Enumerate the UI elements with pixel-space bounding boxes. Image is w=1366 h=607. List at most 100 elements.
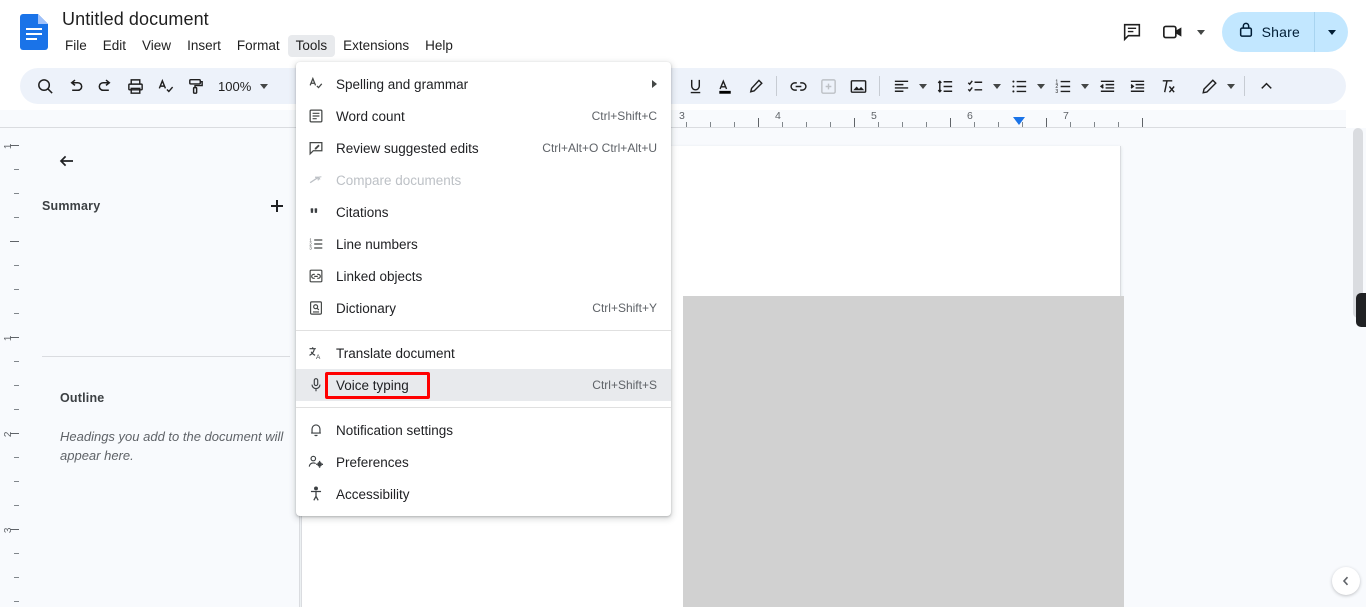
- text-color-icon[interactable]: [710, 71, 740, 101]
- tools-word-count[interactable]: Word count Ctrl+Shift+C: [296, 100, 671, 132]
- menu-item-label: Citations: [336, 204, 389, 220]
- summary-label: Summary: [42, 199, 101, 213]
- menu-item-label: Linked objects: [336, 268, 423, 284]
- docs-file-icon[interactable]: [20, 14, 48, 50]
- line-numbers-icon: 1 2 3: [296, 235, 336, 253]
- hide-menus-icon[interactable]: [1251, 71, 1281, 101]
- numbered-list-icon[interactable]: 1 2 3: [1048, 71, 1078, 101]
- bell-icon: [296, 421, 336, 439]
- svg-text:3: 3: [309, 246, 312, 251]
- add-comment-icon[interactable]: [813, 71, 843, 101]
- horizontal-ruler[interactable]: 3 4 5 6 7: [0, 110, 1346, 128]
- vruler-label: 3: [3, 527, 15, 534]
- vruler-label: 2: [3, 431, 15, 438]
- menu-file[interactable]: File: [57, 35, 95, 57]
- tools-line-numbers[interactable]: 1 2 3 Line numbers: [296, 228, 671, 260]
- expand-panel-button[interactable]: [1332, 567, 1360, 595]
- menu-insert[interactable]: Insert: [179, 35, 229, 57]
- menu-help[interactable]: Help: [417, 35, 461, 57]
- tools-translate-document[interactable]: A Translate document: [296, 337, 671, 369]
- menu-item-label: Review suggested edits: [336, 140, 479, 156]
- comment-history-icon[interactable]: [1112, 12, 1152, 52]
- paint-format-icon[interactable]: [180, 71, 210, 101]
- right-indent-marker[interactable]: [1013, 117, 1025, 125]
- menu-extensions[interactable]: Extensions: [335, 35, 417, 57]
- search-icon[interactable]: [30, 71, 60, 101]
- outline-label: Outline: [60, 391, 105, 405]
- bulleted-list-dropdown-caret-icon[interactable]: [1034, 71, 1048, 101]
- spellcheck-icon[interactable]: [150, 71, 180, 101]
- menu-item-shortcut: Ctrl+Alt+O Ctrl+Alt+U: [542, 141, 657, 155]
- insert-image-icon[interactable]: [843, 71, 873, 101]
- linked-objects-icon: [296, 267, 336, 285]
- editing-mode-icon[interactable]: [1194, 71, 1224, 101]
- tools-compare-documents: Compare documents: [296, 164, 671, 196]
- vertical-scrollbar[interactable]: [1350, 128, 1366, 607]
- meet-dropdown-caret-icon[interactable]: [1190, 12, 1212, 52]
- tools-voice-typing[interactable]: Voice typing Ctrl+Shift+S: [296, 369, 671, 401]
- tools-citations[interactable]: Citations: [296, 196, 671, 228]
- numbered-list-dropdown-caret-icon[interactable]: [1078, 71, 1092, 101]
- svg-text:A: A: [316, 354, 321, 361]
- scroll-position-knob[interactable]: [1356, 293, 1366, 327]
- decrease-indent-icon[interactable]: [1092, 71, 1122, 101]
- svg-text:3: 3: [1055, 89, 1058, 95]
- editing-mode-dropdown-caret-icon[interactable]: [1224, 71, 1238, 101]
- person-gear-icon: [296, 453, 336, 471]
- checklist-icon[interactable]: [960, 71, 990, 101]
- document-title[interactable]: Untitled document: [62, 9, 209, 30]
- ruler-label: 6: [967, 110, 973, 122]
- tools-preferences[interactable]: Preferences: [296, 446, 671, 478]
- zoom-selector[interactable]: 100%: [210, 72, 272, 100]
- toolbar-divider: [879, 76, 881, 96]
- share-button[interactable]: Share: [1221, 12, 1314, 52]
- print-icon[interactable]: [120, 71, 150, 101]
- clear-formatting-icon[interactable]: [1152, 71, 1182, 101]
- menu-item-shortcut: Ctrl+Shift+Y: [592, 301, 657, 315]
- menu-tools[interactable]: Tools: [287, 35, 336, 57]
- formatting-toolbar: 100% 1 2 3: [20, 68, 1346, 104]
- tools-accessibility[interactable]: Accessibility: [296, 478, 671, 510]
- checklist-dropdown-caret-icon[interactable]: [990, 71, 1004, 101]
- bulleted-list-icon[interactable]: [1004, 71, 1034, 101]
- menu-view[interactable]: View: [134, 35, 179, 57]
- align-icon[interactable]: [886, 71, 916, 101]
- menu-item-label: Dictionary: [336, 300, 397, 316]
- chevron-down-icon: [260, 83, 269, 89]
- menu-item-label: Voice typing: [336, 377, 409, 393]
- submenu-arrow-icon: [652, 80, 657, 88]
- increase-indent-icon[interactable]: [1122, 71, 1152, 101]
- menu-item-shortcut: Ctrl+Shift+S: [592, 378, 657, 392]
- insert-link-icon[interactable]: [783, 71, 813, 101]
- share-dropdown-button[interactable]: [1314, 12, 1348, 52]
- tools-review-suggested-edits[interactable]: Review suggested edits Ctrl+Alt+O Ctrl+A…: [296, 132, 671, 164]
- menu-format[interactable]: Format: [229, 35, 288, 57]
- tools-spelling-and-grammar[interactable]: Spelling and grammar: [296, 68, 671, 100]
- chevron-down-icon: [1327, 29, 1336, 35]
- zoom-level-value: 100%: [218, 78, 252, 94]
- word-count-icon: [296, 107, 336, 125]
- summary-row: Summary: [42, 193, 290, 219]
- review-edits-icon: [296, 139, 336, 157]
- menu-edit[interactable]: Edit: [95, 35, 134, 57]
- menu-item-label: Accessibility: [336, 486, 410, 502]
- menu-item-label: Compare documents: [336, 172, 462, 188]
- tools-linked-objects[interactable]: Linked objects: [296, 260, 671, 292]
- redo-icon[interactable]: [90, 71, 120, 101]
- vertical-ruler[interactable]: 1 1 2 3: [0, 128, 20, 607]
- underline-icon[interactable]: [680, 71, 710, 101]
- plus-icon[interactable]: [264, 193, 290, 219]
- arrow-back-icon[interactable]: [50, 144, 84, 178]
- tools-notification-settings[interactable]: Notification settings: [296, 414, 671, 446]
- tools-dictionary[interactable]: Dictionary Ctrl+Shift+Y: [296, 292, 671, 324]
- line-spacing-icon[interactable]: [930, 71, 960, 101]
- align-dropdown-caret-icon[interactable]: [916, 71, 930, 101]
- compare-documents-icon: [296, 171, 336, 189]
- scrollbar-thumb[interactable]: [1353, 128, 1363, 318]
- panel-divider: [42, 356, 290, 357]
- undo-icon[interactable]: [60, 71, 90, 101]
- video-camera-icon[interactable]: [1158, 12, 1190, 52]
- toolbar-divider: [1244, 76, 1246, 96]
- share-button-label: Share: [1261, 24, 1300, 40]
- highlight-color-icon[interactable]: [740, 71, 770, 101]
